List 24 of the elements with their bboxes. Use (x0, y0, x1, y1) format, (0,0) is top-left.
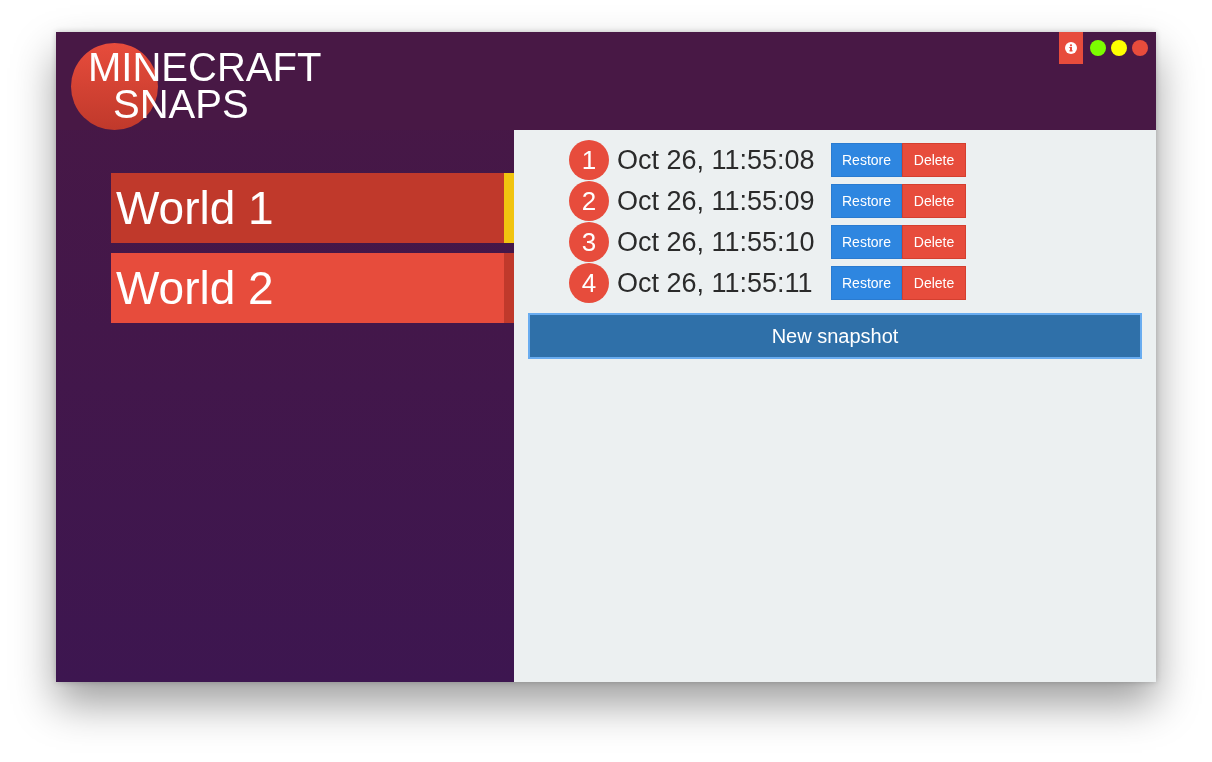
world-item[interactable]: World 1 (111, 173, 514, 243)
info-icon (1065, 42, 1077, 54)
number-badge: 4 (569, 263, 609, 303)
world-item[interactable]: World 2 (111, 253, 514, 323)
delete-button[interactable]: Delete (902, 143, 966, 177)
delete-button[interactable]: Delete (902, 266, 966, 300)
info-button[interactable] (1059, 32, 1083, 64)
snapshot-time: Oct 26, 11:55:11 (617, 267, 814, 299)
snapshot-time: Oct 26, 11:55:08 (617, 144, 816, 176)
snapshot-time: Oct 26, 11:55:09 (617, 185, 816, 217)
snapshot-time: Oct 26, 11:55:10 (617, 226, 816, 258)
restore-button[interactable]: Restore (831, 266, 902, 300)
delete-button[interactable]: Delete (902, 225, 966, 259)
restore-button[interactable]: Restore (831, 225, 902, 259)
delete-button[interactable]: Delete (902, 184, 966, 218)
dot-icon[interactable] (1132, 40, 1148, 56)
number-badge: 2 (569, 181, 609, 221)
dot-icon[interactable] (1111, 40, 1127, 56)
new-snapshot-button[interactable]: New snapshot (528, 313, 1142, 359)
dot-icon[interactable] (1090, 40, 1106, 56)
restore-button[interactable]: Restore (831, 143, 902, 177)
restore-button[interactable]: Restore (831, 184, 902, 218)
number-badge: 3 (569, 222, 609, 262)
number-badge: 1 (569, 140, 609, 180)
